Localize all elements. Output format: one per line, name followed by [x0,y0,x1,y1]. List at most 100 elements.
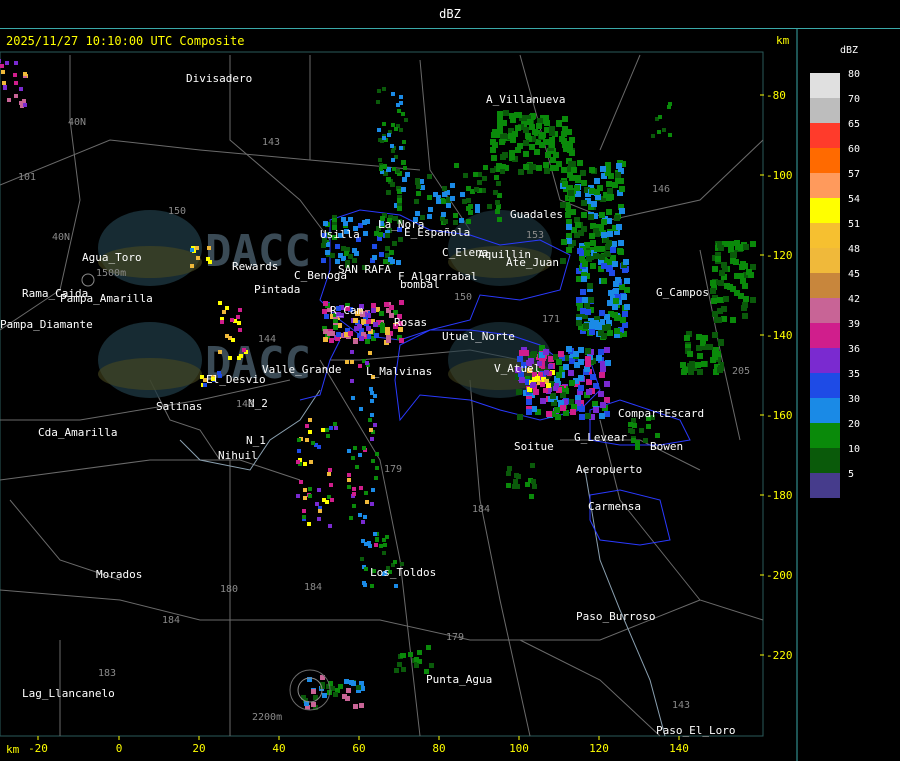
echo-cell [540,382,545,387]
echo-cell [618,178,624,184]
echo-cell [379,311,384,316]
legend-label: 30 [848,394,861,405]
echo-cell [668,133,672,137]
radar-window: dBZ DACC DACC Divisadero A_Villanueva Guada… [0,0,900,761]
place-label: A_Villanueva [486,93,565,106]
echo-cell [14,61,18,65]
x-tick-label: -20 [28,742,48,755]
echo-cell [389,250,394,255]
echo-cell [236,315,240,319]
echo-cell [723,296,729,302]
echo-cell [394,668,399,673]
echo-cell [510,117,516,123]
echo-cell [497,114,503,120]
x-tick-label: 80 [432,742,445,755]
x-tick-label: 100 [509,742,529,755]
echo-cell [364,491,368,495]
echo-cell [516,389,522,395]
echo-cell [742,313,748,319]
echo-cell [359,486,363,490]
echo-cell [575,175,581,181]
x-tick-label: 60 [352,742,365,755]
echo-cell [585,361,591,367]
echo-cell [401,653,406,658]
echo-cell [518,169,524,175]
legend-swatch [810,198,840,223]
echo-cell [5,61,9,65]
echo-cell [680,362,686,368]
echo-cell [576,297,582,303]
echo-cell [391,92,395,96]
echo-cell [369,428,373,432]
echo-cell [615,172,621,178]
echo-cell [384,302,389,307]
echo-cell [566,146,572,152]
echo-cell [378,232,383,237]
echo-cell [593,320,599,326]
echo-cell [436,199,441,204]
echo-cell [369,387,373,391]
echo-cell [230,318,234,322]
legend-swatch [810,423,840,448]
echo-cell [391,123,395,127]
echo-cell [373,423,377,427]
echo-cell [582,297,588,303]
echo-cell [222,310,226,314]
echo-cell [415,178,420,183]
echo-cell [624,304,630,310]
echo-cell [0,64,4,68]
echo-cell [507,466,512,471]
legend-label: 35 [848,369,861,380]
echo-cell [560,258,566,264]
echo-cell [491,155,497,161]
echo-cell [684,335,690,341]
echo-cell [402,177,407,182]
legend-swatch [810,273,840,298]
echo-cell [323,337,328,342]
echo-cell [360,557,364,561]
echo-cell [550,165,556,171]
echo-cell [218,350,222,354]
echo-cell [361,520,365,524]
echo-cell [352,487,356,491]
echo-cell [362,220,367,225]
place-label: Aeropuerto [576,463,642,476]
echo-cell [717,297,723,303]
echo-cell [483,165,488,170]
echo-cell [712,350,718,356]
echo-cell [515,147,521,153]
echo-cell [523,140,529,146]
echo-cell [506,483,511,488]
echo-cell [364,542,368,546]
echo-cell [296,460,300,464]
route-label: 150 [168,206,186,217]
echo-cell [742,283,748,289]
echo-cell [394,127,398,131]
echo-cell [351,396,355,400]
echo-cell [351,456,355,460]
echo-cell [623,259,629,265]
echo-cell [401,112,405,116]
echo-cell [578,230,584,236]
echo-cell [614,315,620,321]
echo-cell [463,173,468,178]
echo-cell [600,402,606,408]
echo-cell [697,369,703,375]
echo-cell [635,445,640,450]
echo-cell [590,374,596,380]
echo-cell [497,217,502,222]
echo-cell [688,369,694,375]
echo-cell [353,446,357,450]
echo-cell [621,294,627,300]
echo-cell [242,348,246,352]
echo-cell [606,209,612,215]
echo-cell [372,255,377,260]
echo-cell [655,433,660,438]
echo-cell [544,370,549,375]
place-label: N_1 [246,434,266,447]
echo-cell [321,243,326,248]
place-label: Guadales [510,208,563,221]
radar-map[interactable]: DACCDACC DivisaderoA_VillanuevaGuadalesL… [0,0,900,761]
echo-cell [325,428,329,432]
echo-cell [308,494,312,498]
